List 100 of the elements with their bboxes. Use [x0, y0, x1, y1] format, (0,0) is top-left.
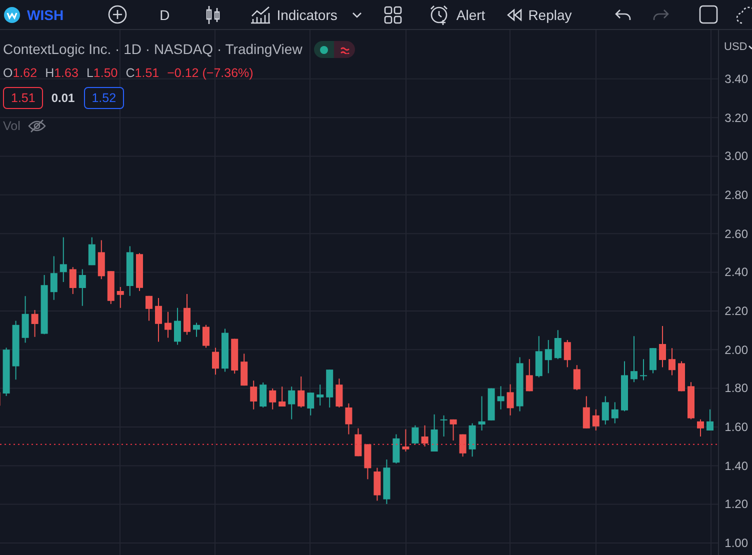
- alert-button[interactable]: Alert: [429, 4, 486, 24]
- dot-icon[interactable]: [320, 46, 328, 54]
- candle: [107, 270, 114, 304]
- candle: [288, 386, 296, 420]
- candle: [31, 310, 38, 338]
- candle: [22, 296, 29, 344]
- candle: [392, 434, 400, 464]
- y-tick-label: 3.00: [724, 149, 748, 164]
- candle: [611, 402, 618, 424]
- y-tick-label: 3.40: [724, 72, 748, 86]
- y-tick-label: 1.40: [724, 458, 748, 473]
- y-tick-label: 3.20: [724, 110, 748, 125]
- ohlc-value: O1.62: [3, 65, 38, 82]
- candle: [50, 256, 58, 300]
- candle: [155, 298, 162, 342]
- candle: [383, 459, 390, 504]
- candle: [412, 424, 419, 445]
- price-change: −0.12 (−7.36%): [167, 65, 254, 82]
- candle: [535, 336, 542, 378]
- candle: [126, 246, 134, 296]
- candle: [184, 294, 190, 336]
- candle: [326, 369, 334, 408]
- sell-button[interactable]: 1.51: [3, 86, 44, 109]
- y-tick-label: 1.20: [724, 497, 748, 512]
- spread-value: 0.01: [51, 90, 75, 107]
- indicators-button[interactable]: Indicators: [250, 5, 338, 24]
- candle: [250, 380, 258, 410]
- rewind-icon[interactable]: [507, 8, 522, 22]
- candle: [573, 364, 580, 391]
- eye-crossed-icon[interactable]: [28, 119, 46, 134]
- symbol-button[interactable]: WISH: [27, 8, 64, 22]
- y-tick-label: 2.20: [724, 304, 748, 318]
- candle: [12, 320, 20, 380]
- candle: [2, 347, 10, 396]
- candle: [516, 356, 524, 412]
- candle: [193, 322, 200, 338]
- candle: [316, 384, 324, 406]
- candle: [440, 414, 448, 437]
- candle: [564, 340, 571, 368]
- wave-icon[interactable]: [340, 46, 350, 54]
- plus-circle-icon[interactable]: [108, 5, 127, 24]
- buy-button[interactable]: 1.52: [84, 86, 124, 109]
- candle: [212, 347, 219, 376]
- candle: [240, 353, 248, 386]
- undo-icon[interactable]: [614, 8, 631, 20]
- candle: [430, 414, 438, 452]
- candle: [364, 444, 372, 480]
- candle: [164, 311, 172, 338]
- candle: [222, 328, 228, 372]
- candle: [554, 330, 562, 360]
- chart-line-icon[interactable]: [250, 5, 271, 24]
- volume-label: Vol: [3, 118, 20, 135]
- candle: [640, 358, 647, 381]
- replay-button[interactable]: Replay: [507, 8, 572, 22]
- candle: [468, 422, 476, 458]
- candle: [488, 388, 495, 421]
- y-tick-label: 2.60: [724, 226, 748, 241]
- y-tick-label: 2.80: [724, 188, 748, 202]
- candle: [526, 358, 533, 392]
- logo-icon: [4, 6, 20, 22]
- candle: [478, 396, 486, 431]
- candle: [506, 384, 514, 416]
- y-tick-label: 1.80: [724, 381, 748, 396]
- candles-icon[interactable]: [206, 4, 220, 24]
- candle: [298, 376, 305, 408]
- candle: [630, 336, 638, 383]
- candle: [678, 360, 685, 392]
- candle: [345, 402, 352, 435]
- candle: [136, 252, 143, 292]
- ohlc-value: H1.63: [45, 65, 78, 82]
- square-icon[interactable]: [698, 5, 718, 24]
- candle: [336, 378, 343, 408]
- currency-label[interactable]: USD: [724, 39, 748, 56]
- y-tick-label: 2.00: [724, 342, 748, 357]
- candle: [60, 236, 67, 282]
- candle: [459, 434, 466, 458]
- status-pill[interactable]: [314, 41, 356, 58]
- candle: [78, 268, 86, 306]
- candle: [354, 428, 362, 457]
- candle: [450, 418, 457, 441]
- candle: [650, 348, 656, 374]
- candle: [697, 418, 704, 437]
- candle: [69, 266, 76, 294]
- interval-button[interactable]: D: [160, 8, 170, 22]
- candle: [374, 467, 381, 502]
- candle: [98, 240, 105, 280]
- candle: [544, 340, 552, 374]
- grid-icon[interactable]: [384, 6, 402, 24]
- candle: [688, 382, 694, 420]
- candle: [116, 286, 124, 308]
- y-tick-label: 1.60: [724, 420, 748, 434]
- candle: [260, 382, 267, 408]
- candle: [592, 408, 600, 431]
- candle: [421, 424, 428, 447]
- candle: [659, 326, 666, 368]
- candle: [602, 396, 609, 425]
- candle: [278, 386, 286, 407]
- candle: [269, 388, 276, 410]
- ohlc-value: C1.51: [126, 65, 160, 82]
- candle: [402, 428, 410, 452]
